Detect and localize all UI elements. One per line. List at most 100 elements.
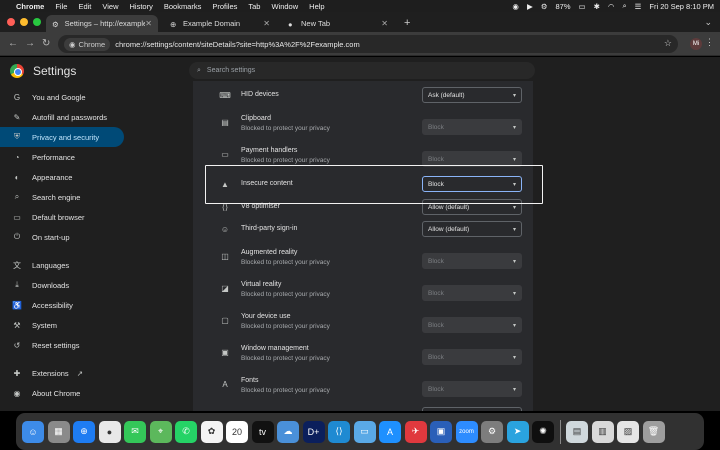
forward-icon[interactable]: → bbox=[25, 38, 35, 49]
menu-window[interactable]: Window bbox=[271, 2, 298, 11]
address-bar[interactable]: ◉ Chrome chrome://settings/content/siteD… bbox=[58, 35, 678, 53]
sidebar-item-label: Downloads bbox=[32, 280, 70, 290]
search-icon: ⌕ bbox=[197, 66, 201, 74]
sidebar-item-downloads[interactable]: ⤓ Downloads bbox=[0, 275, 124, 295]
safari-icon[interactable]: ⊕ bbox=[73, 420, 95, 443]
site-info-chip[interactable]: ◉ Chrome bbox=[64, 37, 111, 51]
reload-icon[interactable]: ↻ bbox=[42, 38, 50, 49]
tab-settings[interactable]: ⚙ Settings – http://example.co ✕ bbox=[46, 15, 158, 32]
weather-icon[interactable]: ☁ bbox=[277, 420, 299, 443]
menu-app-name[interactable]: Chrome bbox=[16, 2, 44, 11]
menu-file[interactable]: File bbox=[55, 2, 67, 11]
more-menu-icon[interactable]: ⋮ bbox=[705, 37, 714, 48]
gear-status-icon[interactable]: ⚙ bbox=[541, 2, 548, 11]
messages-icon[interactable]: ✉ bbox=[124, 420, 146, 443]
menubar-clock[interactable]: Fri 20 Sep 8:10 PM bbox=[649, 2, 714, 11]
wrench-icon: ⚒ bbox=[13, 320, 21, 330]
sidebar-item-label: Default browser bbox=[32, 212, 85, 222]
close-tab-icon[interactable]: ✕ bbox=[381, 19, 388, 28]
menu-tab[interactable]: Tab bbox=[248, 2, 260, 11]
chatgpt-icon[interactable]: ✺ bbox=[532, 420, 554, 443]
finder-icon[interactable]: ☺ bbox=[22, 420, 44, 443]
sidebar-item-default-browser[interactable]: ▭ Default browser bbox=[0, 207, 124, 227]
control-center-icon[interactable]: ☰ bbox=[635, 2, 642, 11]
close-tab-icon[interactable]: ✕ bbox=[145, 19, 152, 28]
font-icon: A bbox=[222, 379, 228, 389]
sidebar-item-languages[interactable]: 文 Languages bbox=[0, 255, 124, 275]
trash-icon[interactable]: 🗑 bbox=[642, 420, 665, 443]
sidebar-item-on-start-up[interactable]: ⏻ On start-up bbox=[0, 227, 124, 247]
downloads-stack-icon[interactable]: ▥ bbox=[591, 420, 614, 443]
menu-bookmarks[interactable]: Bookmarks bbox=[164, 2, 202, 11]
battery-percent[interactable]: 87% bbox=[555, 2, 570, 11]
chrome-icon[interactable]: ● bbox=[98, 420, 121, 443]
payment-icon: ▭ bbox=[221, 149, 229, 159]
spotlight-search-icon[interactable]: ⌕ bbox=[622, 1, 626, 11]
permission-select[interactable]: Allow (default) bbox=[422, 221, 522, 237]
gear-icon: ⚙ bbox=[52, 19, 59, 29]
close-window-button[interactable] bbox=[7, 18, 15, 26]
bookmark-star-icon[interactable]: ☆ bbox=[664, 38, 672, 49]
photos-icon[interactable]: ✿ bbox=[200, 420, 223, 443]
browser-icon: ▭ bbox=[13, 212, 21, 222]
url-text[interactable]: chrome://settings/content/siteDetails?si… bbox=[115, 40, 360, 49]
folder-icon[interactable]: ▭ bbox=[353, 420, 376, 443]
close-tab-icon[interactable]: ✕ bbox=[263, 19, 270, 28]
sidebar-item-autofill-and-passwords[interactable]: ✎ Autofill and passwords bbox=[0, 107, 124, 127]
zoom-window-button[interactable] bbox=[33, 18, 41, 26]
play-icon[interactable]: ▶ bbox=[527, 2, 533, 11]
menu-help[interactable]: Help bbox=[309, 2, 324, 11]
telegram-icon[interactable]: ➤ bbox=[506, 420, 529, 443]
permission-select[interactable]: Ask (default) bbox=[422, 87, 522, 103]
sidebar-item-appearance[interactable]: ◐ Appearance bbox=[0, 167, 124, 187]
menu-edit[interactable]: Edit bbox=[78, 2, 91, 11]
permission-select: Block bbox=[422, 349, 522, 365]
remote-desktop-icon[interactable]: ▣ bbox=[430, 420, 452, 443]
battery-icon[interactable]: ▭ bbox=[579, 2, 586, 11]
permission-select[interactable] bbox=[422, 407, 522, 411]
new-tab-button[interactable]: + bbox=[404, 17, 410, 29]
sidebar-item-you-and-google[interactable]: G You and Google bbox=[0, 87, 124, 107]
menu-view[interactable]: View bbox=[102, 2, 118, 11]
app-red-icon[interactable]: ✈ bbox=[404, 420, 427, 443]
search-settings-input[interactable]: ⌕ Search settings bbox=[189, 62, 535, 79]
permission-row-fonts: A Fonts Blocked to protect your privacy Blo… bbox=[193, 375, 533, 403]
tab-new-tab[interactable]: ● New Tab ✕ bbox=[282, 15, 394, 32]
minimize-window-button[interactable] bbox=[20, 18, 28, 26]
disney-icon[interactable]: D+ bbox=[302, 420, 325, 443]
sidebar-item-search-engine[interactable]: ⌕ Search engine bbox=[0, 187, 124, 207]
menu-history[interactable]: History bbox=[130, 2, 153, 11]
tab-strip: ⚙ Settings – http://example.co ✕ ⊕ Examp… bbox=[0, 12, 720, 32]
whatsapp-icon[interactable]: ✆ bbox=[175, 420, 197, 443]
permission-text: Your device use Blocked to protect your p… bbox=[241, 313, 330, 330]
tab-search-icon[interactable]: ⌄ bbox=[704, 17, 712, 28]
wifi-icon[interactable]: ◠ bbox=[608, 2, 615, 11]
screenshots-stack-icon[interactable]: ▨ bbox=[617, 420, 639, 443]
permission-label: Window management bbox=[241, 345, 309, 352]
sidebar-item-system[interactable]: ⚒ System bbox=[0, 315, 124, 335]
bluetooth-icon[interactable]: ✱ bbox=[594, 2, 600, 11]
system-settings-icon[interactable]: ⚙ bbox=[481, 420, 503, 443]
app-store-icon[interactable]: A bbox=[379, 420, 401, 443]
menu-profiles[interactable]: Profiles bbox=[212, 2, 237, 11]
sidebar-item-about-chrome[interactable]: ◉ About Chrome bbox=[0, 383, 124, 403]
maps-icon[interactable]: ⌖ bbox=[149, 420, 172, 443]
window-icon: ▣ bbox=[221, 347, 229, 357]
launchpad-icon[interactable]: ▦ bbox=[47, 420, 70, 443]
back-icon[interactable]: ← bbox=[8, 38, 18, 49]
preview-icon[interactable]: ▤ bbox=[566, 420, 588, 443]
sidebar-item-privacy-and-security[interactable]: ⛨ Privacy and security bbox=[0, 127, 124, 147]
vscode-icon[interactable]: ⟨⟩ bbox=[328, 420, 350, 443]
profile-avatar[interactable]: Mi bbox=[690, 38, 702, 50]
apple-tv-icon[interactable]: tv bbox=[251, 420, 274, 443]
calendar-icon[interactable]: 20 bbox=[226, 420, 248, 443]
screen-record-icon[interactable]: ◉ bbox=[512, 2, 519, 11]
sidebar-item-performance[interactable]: ◔ Performance bbox=[0, 147, 124, 167]
zoom-icon[interactable]: zoom bbox=[455, 420, 478, 443]
permission-sublabel: Blocked to protect your privacy bbox=[241, 125, 330, 132]
sidebar-item-extensions[interactable]: ✚ Extensions ↗ bbox=[0, 363, 124, 383]
sidebar-item-accessibility[interactable]: ♿ Accessibility bbox=[0, 295, 124, 315]
tab-example-domain[interactable]: ⊕ Example Domain ✕ bbox=[164, 15, 276, 32]
sidebar-item-reset-settings[interactable]: ↺ Reset settings bbox=[0, 335, 124, 355]
download-icon: ⤓ bbox=[15, 280, 19, 289]
